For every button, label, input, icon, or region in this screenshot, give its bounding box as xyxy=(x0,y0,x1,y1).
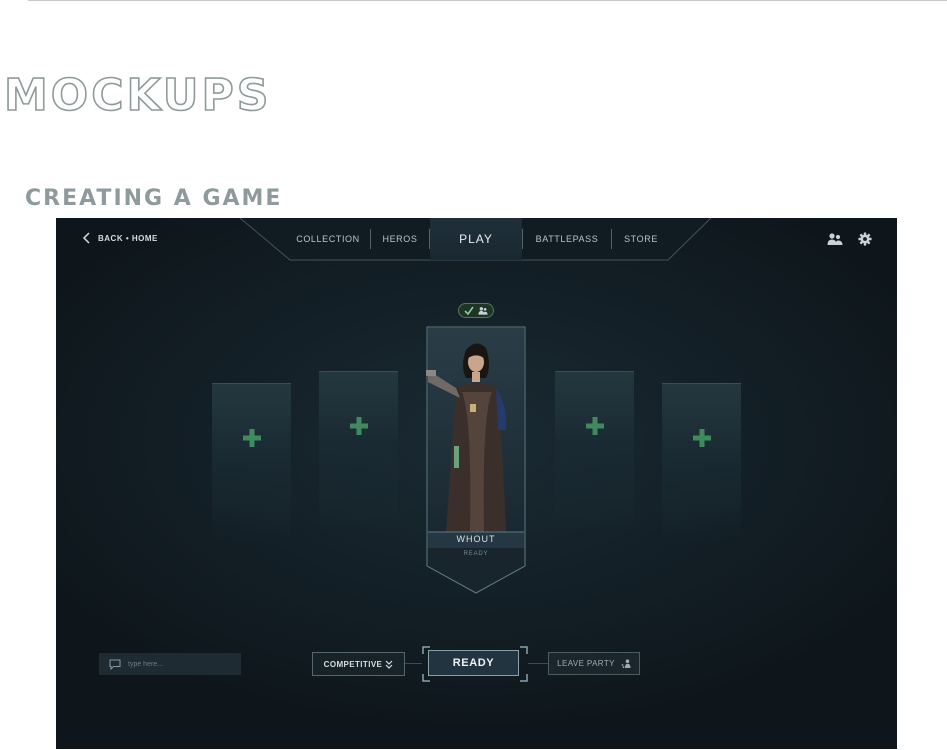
ready-connector-left xyxy=(405,663,422,664)
nav-battlepass[interactable]: BATTLEPASS xyxy=(523,218,611,260)
chat-bubble-icon xyxy=(109,659,121,670)
party-status-badge xyxy=(458,303,494,318)
top-icons xyxy=(827,232,873,246)
chevron-left-icon xyxy=(82,232,90,244)
hero-name: WHOUT xyxy=(456,534,496,544)
ready-button[interactable]: READY xyxy=(428,650,519,676)
chat-input[interactable] xyxy=(128,660,233,668)
main-nav: COLLECTION HEROS PLAY BATTLEPASS STORE xyxy=(286,218,670,260)
nav-heros[interactable]: HEROS xyxy=(371,218,429,260)
leave-party-label: LEAVE PARTY xyxy=(557,659,615,668)
ready-connector-right xyxy=(528,663,548,664)
plus-icon xyxy=(585,417,604,435)
double-chevron-down-icon xyxy=(385,660,393,669)
empty-hero-slot-1[interactable] xyxy=(212,383,291,543)
empty-hero-slot-4[interactable] xyxy=(662,383,741,543)
game-screen: BACK • HOME COLLECTION HEROS PLAY BATTLE… xyxy=(56,218,897,749)
chat-box xyxy=(99,653,241,675)
game-mode-dropdown[interactable]: COMPETITIVE xyxy=(312,652,405,676)
ready-button-frame: READY xyxy=(422,646,528,682)
empty-hero-slot-2[interactable] xyxy=(319,371,398,531)
checkmark-icon xyxy=(464,306,474,315)
nav-play[interactable]: PLAY xyxy=(430,218,522,260)
hero-status: READY xyxy=(463,551,489,557)
leave-party-icon xyxy=(621,659,631,668)
back-home-label: BACK • HOME xyxy=(98,233,158,243)
plus-icon xyxy=(692,429,711,447)
party-members-icon xyxy=(478,307,488,315)
nav-collection[interactable]: COLLECTION xyxy=(286,218,370,260)
back-home-button[interactable]: BACK • HOME xyxy=(82,231,158,245)
top-divider xyxy=(28,0,947,1)
nav-store[interactable]: STORE xyxy=(612,218,670,260)
plus-icon xyxy=(349,417,368,435)
friends-icon[interactable] xyxy=(827,232,843,246)
document-title: MOCKUPS xyxy=(3,69,272,122)
plus-icon xyxy=(242,429,261,447)
gear-icon[interactable] xyxy=(857,232,873,246)
game-mode-label: COMPETITIVE xyxy=(323,659,383,669)
leave-party-button[interactable]: LEAVE PARTY xyxy=(548,652,640,675)
empty-hero-slot-3[interactable] xyxy=(555,371,634,531)
section-title: CREATING A GAME xyxy=(25,186,283,211)
